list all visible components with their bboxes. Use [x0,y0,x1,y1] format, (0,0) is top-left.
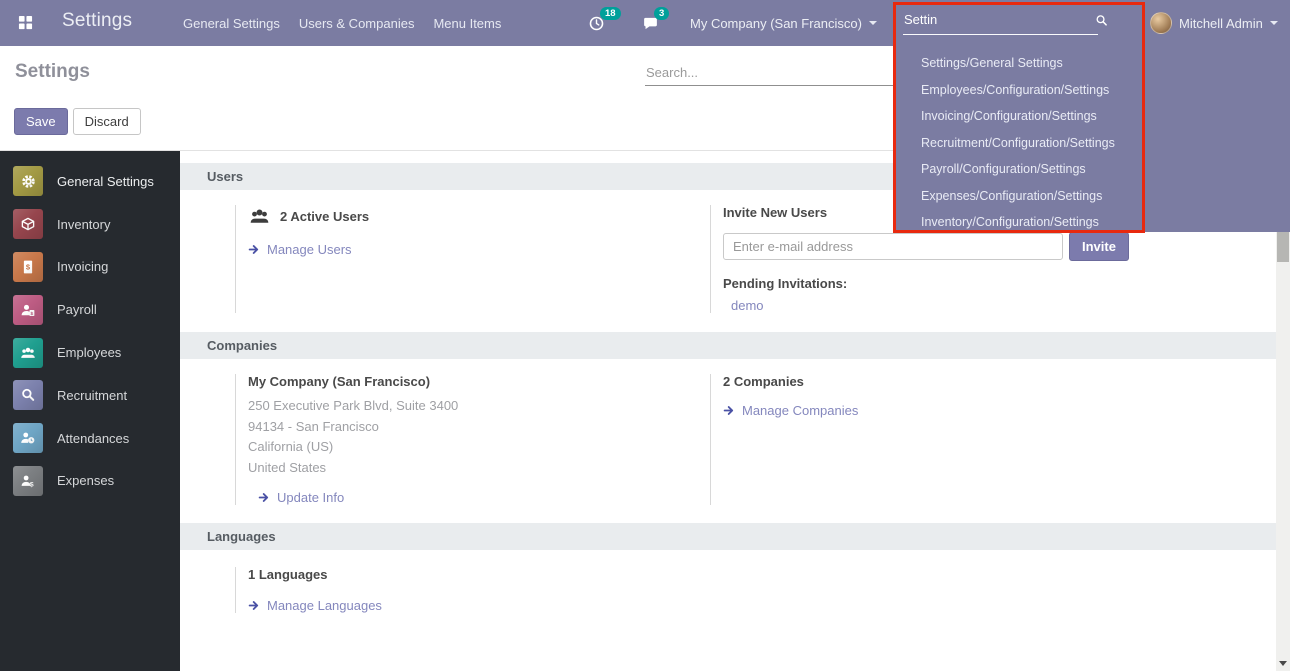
languages-box: 1 Languages Manage Languages [235,567,710,613]
scrollbar-down-arrow-icon[interactable] [1279,661,1287,666]
magnifier-icon [13,380,43,410]
avatar [1150,12,1172,34]
suggestion-payroll-config[interactable]: Payroll/Configuration/Settings [895,156,1290,183]
company-selector-label: My Company (San Francisco) [690,16,862,31]
attendance-icon [13,423,43,453]
arrow-right-icon [258,491,271,504]
update-info-link[interactable]: Update Info [258,490,710,505]
suggestion-invoicing-config[interactable]: Invoicing/Configuration/Settings [895,103,1290,130]
svg-text:$: $ [30,481,34,488]
top-navbar: Settings General Settings Users & Compan… [0,0,1290,46]
company-selector[interactable]: My Company (San Francisco) [690,0,877,46]
active-users-count: 2 Active Users [280,209,369,224]
invite-email-input[interactable] [723,233,1063,260]
app-menu: General Settings Users & Companies Menu … [183,0,501,46]
manage-users-link[interactable]: Manage Users [248,242,710,257]
address-line: 94134 - San Francisco [248,417,710,438]
company-name: My Company (San Francisco) [248,374,710,389]
menu-menu-items[interactable]: Menu Items [433,16,501,31]
users-group-icon [248,205,271,228]
manage-companies-link[interactable]: Manage Companies [723,403,1160,418]
arrow-right-icon [723,404,736,417]
suggestion-settings-general[interactable]: Settings/General Settings [895,50,1290,77]
company-address: 250 Executive Park Blvd, Suite 3400 9413… [248,396,710,478]
messages-count-badge: 3 [654,7,669,20]
companies-count-box: 2 Companies Manage Companies [710,374,1160,505]
companies-count: 2 Companies [723,374,1160,389]
messages-button[interactable]: 3 [642,0,659,46]
settings-sidebar: General Settings Inventory $ Invoicing $… [0,151,180,671]
address-line: California (US) [248,437,710,458]
sidebar-item-inventory[interactable]: Inventory [0,203,180,246]
invite-button[interactable]: Invite [1069,232,1129,261]
employees-icon [13,338,43,368]
languages-count: 1 Languages [248,567,710,582]
chevron-down-icon [1270,21,1278,25]
menu-users-companies[interactable]: Users & Companies [299,16,415,31]
sidebar-item-payroll[interactable]: $ Payroll [0,288,180,331]
chevron-down-icon [869,21,877,25]
box-icon [13,209,43,239]
gear-icon [13,166,43,196]
scrollbar-thumb[interactable] [1277,232,1289,262]
suggestion-employees-config[interactable]: Employees/Configuration/Settings [895,77,1290,104]
search-suggestions-dropdown: Settings/General Settings Employees/Conf… [895,46,1290,232]
current-app-title[interactable]: Settings [62,10,132,32]
expense-icon: $ [13,466,43,496]
pending-invitation-user[interactable]: demo [723,298,1160,313]
apps-grid-icon[interactable] [18,15,33,33]
payroll-icon: $ [13,295,43,325]
discard-button[interactable]: Discard [73,108,141,135]
sidebar-item-attendances[interactable]: Attendances [0,417,180,460]
sidebar-item-invoicing[interactable]: $ Invoicing [0,246,180,289]
arrow-right-icon [248,599,261,612]
pending-invitations-label: Pending Invitations: [723,276,1160,291]
arrow-right-icon [248,243,261,256]
navbar-search-input[interactable] [903,9,1098,35]
activities-button[interactable]: 18 [588,0,605,46]
page-title: Settings [15,61,90,83]
content-search [645,60,895,86]
address-line: 250 Executive Park Blvd, Suite 3400 [248,396,710,417]
search-icon[interactable] [1094,13,1109,31]
sidebar-item-recruitment[interactable]: Recruitment [0,374,180,417]
menu-general-settings[interactable]: General Settings [183,16,280,31]
invoice-icon: $ [13,252,43,282]
section-header-companies: Companies [180,332,1276,359]
languages-section-row: 1 Languages Manage Languages [235,567,1276,613]
svg-text:$: $ [26,263,31,272]
navbar-search [903,9,1113,35]
manage-languages-link[interactable]: Manage Languages [248,598,710,613]
suggestion-inventory-config[interactable]: Inventory/Configuration/Settings [895,209,1290,236]
companies-section-row: My Company (San Francisco) 250 Executive… [235,374,1276,505]
sidebar-item-employees[interactable]: Employees [0,331,180,374]
sidebar-item-general-settings[interactable]: General Settings [0,160,180,203]
suggestion-recruitment-config[interactable]: Recruitment/Configuration/Settings [895,130,1290,157]
save-button[interactable]: Save [14,108,68,135]
user-menu[interactable]: Mitchell Admin [1150,0,1278,46]
sidebar-item-expenses[interactable]: $ Expenses [0,460,180,503]
address-line: United States [248,458,710,479]
svg-text:$: $ [31,311,34,317]
company-info-box: My Company (San Francisco) 250 Executive… [235,374,710,505]
vertical-scrollbar[interactable] [1276,232,1290,671]
active-users-box: 2 Active Users Manage Users [235,205,710,313]
user-name: Mitchell Admin [1179,16,1263,31]
activities-count-badge: 18 [600,7,621,20]
suggestion-expenses-config[interactable]: Expenses/Configuration/Settings [895,183,1290,210]
section-header-languages: Languages [180,523,1276,550]
control-panel-buttons: Save Discard [14,108,141,135]
content-search-input[interactable] [645,60,895,86]
